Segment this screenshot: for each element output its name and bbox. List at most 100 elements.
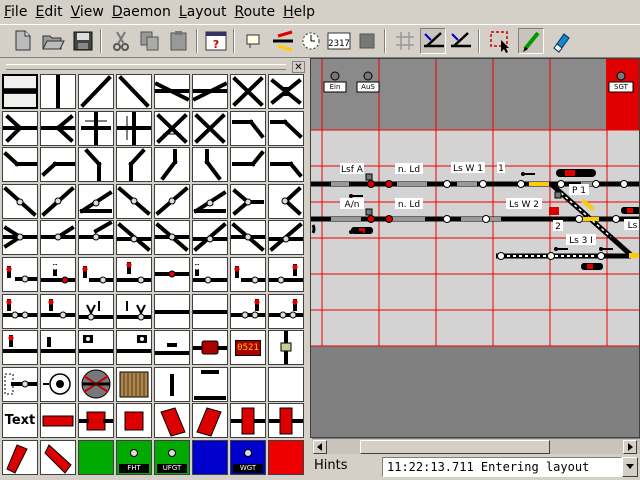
new-button[interactable] xyxy=(10,28,36,54)
counter-button[interactable]: 2317 xyxy=(326,28,352,54)
tooltip-button[interactable] xyxy=(242,28,268,54)
pen-button[interactable] xyxy=(518,28,544,54)
scroll-thumb[interactable] xyxy=(360,440,550,454)
palette-cell-r5-c2[interactable] xyxy=(78,257,114,292)
palette-cell-r10-c3[interactable]: FHT xyxy=(116,440,152,475)
palette-cell-r10-c6[interactable]: WGT xyxy=(230,440,266,475)
palette-cell-r6-c0[interactable] xyxy=(2,294,38,329)
palette-cell-r4-c7[interactable] xyxy=(268,220,304,255)
palette-cell-r5-c6[interactable] xyxy=(230,257,266,292)
palette-cell-r0-c4[interactable] xyxy=(154,74,190,109)
status-dropdown-button[interactable] xyxy=(622,457,638,477)
palette-cell-r8-c1[interactable] xyxy=(40,367,76,402)
rail-button[interactable] xyxy=(270,28,296,54)
palette-cell-r9-c4[interactable] xyxy=(154,403,190,438)
palette-cell-r3-c0[interactable] xyxy=(2,184,38,219)
palette-cell-r8-c7[interactable] xyxy=(268,367,304,402)
menu-route[interactable]: Route xyxy=(230,0,279,24)
palette-cell-r10-c2[interactable] xyxy=(78,440,114,475)
palette-cell-r7-c6[interactable]: 0521 xyxy=(230,330,266,365)
properties-button[interactable]: ? xyxy=(203,28,229,54)
stop-button[interactable] xyxy=(354,28,380,54)
palette-cell-r3-c2[interactable] xyxy=(78,184,114,219)
cut-button[interactable] xyxy=(108,28,134,54)
palette-cell-r4-c2[interactable] xyxy=(78,220,114,255)
palette-cell-r4-c5[interactable] xyxy=(192,220,228,255)
palette-cell-r0-c6[interactable] xyxy=(230,74,266,109)
palette-cell-r9-c5[interactable] xyxy=(192,403,228,438)
save-button[interactable] xyxy=(70,28,96,54)
palette-cell-r1-c6[interactable] xyxy=(230,111,266,146)
palette-cell-r1-c5[interactable] xyxy=(192,111,228,146)
palette-cell-r6-c6[interactable] xyxy=(230,294,266,329)
horizontal-scrollbar[interactable] xyxy=(312,438,640,454)
palette-cell-r4-c6[interactable] xyxy=(230,220,266,255)
palette-cell-r2-c7[interactable] xyxy=(268,147,304,182)
palette-cell-r6-c4[interactable] xyxy=(154,294,190,329)
palette-cell-r10-c7[interactable] xyxy=(268,440,304,475)
palette-cell-r0-c0[interactable] xyxy=(2,74,38,109)
palette-cell-r2-c0[interactable] xyxy=(2,147,38,182)
open-button[interactable] xyxy=(40,28,66,54)
menu-help[interactable]: Help xyxy=(279,0,319,24)
palette-cell-r0-c5[interactable] xyxy=(192,74,228,109)
palette-cell-r4-c3[interactable] xyxy=(116,220,152,255)
palette-cell-r7-c5[interactable] xyxy=(192,330,228,365)
palette-cell-r2-c2[interactable] xyxy=(78,147,114,182)
copy-button[interactable] xyxy=(137,28,163,54)
palette-cell-r2-c3[interactable] xyxy=(116,147,152,182)
grid-button[interactable] xyxy=(392,28,418,54)
palette-cell-r9-c0[interactable]: Text xyxy=(2,403,38,438)
palette-cell-r1-c4[interactable] xyxy=(154,111,190,146)
clock-button[interactable] xyxy=(298,28,324,54)
palette-cell-r5-c3[interactable] xyxy=(116,257,152,292)
palette-cell-r6-c2[interactable] xyxy=(78,294,114,329)
palette-cell-r9-c3[interactable] xyxy=(116,403,152,438)
palette-cell-r0-c2[interactable] xyxy=(78,74,114,109)
palette-cell-r2-c5[interactable] xyxy=(192,147,228,182)
menu-view[interactable]: View xyxy=(67,0,108,24)
palette-cell-r5-c0[interactable] xyxy=(2,257,38,292)
palette-close-button[interactable]: ✕ xyxy=(292,61,305,73)
palette-cell-r10-c4[interactable]: UFGT xyxy=(154,440,190,475)
palette-cell-r8-c3[interactable] xyxy=(116,367,152,402)
palette-cell-r3-c7[interactable] xyxy=(268,184,304,219)
palette-cell-r3-c5[interactable] xyxy=(192,184,228,219)
palette-cell-r7-c0[interactable] xyxy=(2,330,38,365)
layout-canvas[interactable]: Ein AuS SGT Lsf A n. Ld Ls W 1 1 A/n n. Ld Ls W 2… xyxy=(310,58,640,438)
palette-cell-r2-c1[interactable] xyxy=(40,147,76,182)
palette-cell-r9-c2[interactable] xyxy=(78,403,114,438)
scroll-right-button[interactable] xyxy=(623,440,637,454)
menu-daemon[interactable]: Daemon xyxy=(108,0,175,24)
palette-cell-r3-c4[interactable] xyxy=(154,184,190,219)
edit-switch-button[interactable] xyxy=(448,28,474,54)
palette-cell-r9-c6[interactable] xyxy=(230,403,266,438)
scroll-left-button[interactable] xyxy=(313,440,327,454)
palette-cell-r1-c3[interactable] xyxy=(116,111,152,146)
palette-cell-r6-c5[interactable] xyxy=(192,294,228,329)
palette-cell-r8-c5[interactable] xyxy=(192,367,228,402)
palette-cell-r7-c7[interactable] xyxy=(268,330,304,365)
palette-cell-r6-c1[interactable] xyxy=(40,294,76,329)
palette-cell-r10-c1[interactable] xyxy=(40,440,76,475)
menu-file[interactable]: File xyxy=(0,0,31,24)
palette-cell-r5-c7[interactable] xyxy=(268,257,304,292)
palette-cell-r8-c0[interactable] xyxy=(2,367,38,402)
menu-edit[interactable]: Edit xyxy=(31,0,66,24)
palette-cell-r1-c0[interactable] xyxy=(2,111,38,146)
palette-cell-r3-c3[interactable] xyxy=(116,184,152,219)
palette-cell-r0-c3[interactable] xyxy=(116,74,152,109)
palette-cell-r8-c6[interactable] xyxy=(230,367,266,402)
palette-cell-r5-c4[interactable] xyxy=(154,257,190,292)
eraser-button[interactable] xyxy=(546,28,572,54)
paste-button[interactable] xyxy=(166,28,192,54)
palette-cell-r3-c1[interactable] xyxy=(40,184,76,219)
palette-cell-r9-c1[interactable] xyxy=(40,403,76,438)
palette-cell-r8-c2[interactable] xyxy=(78,367,114,402)
palette-cell-r5-c1[interactable] xyxy=(40,257,76,292)
palette-cell-r9-c7[interactable] xyxy=(268,403,304,438)
palette-cell-r8-c4[interactable] xyxy=(154,367,190,402)
palette-cell-r6-c7[interactable] xyxy=(268,294,304,329)
palette-cell-r3-c6[interactable] xyxy=(230,184,266,219)
palette-cell-r4-c1[interactable] xyxy=(40,220,76,255)
